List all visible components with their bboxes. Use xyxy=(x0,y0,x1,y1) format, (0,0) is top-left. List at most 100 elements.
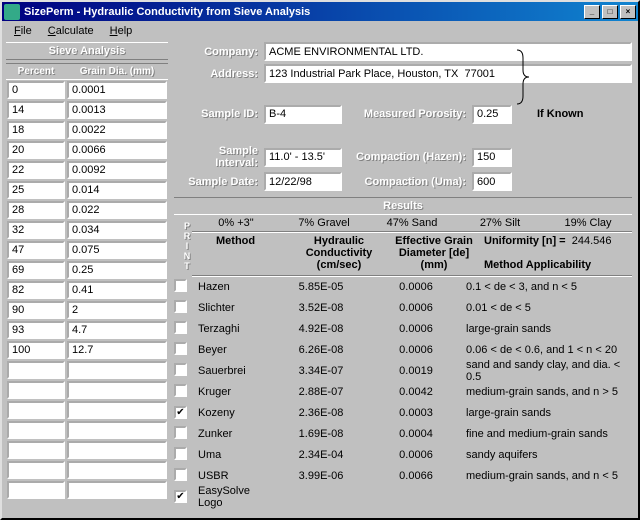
composition-value: 27% Silt xyxy=(456,217,544,229)
diameter-input-0[interactable] xyxy=(67,81,167,99)
table-row: ✔Kozeny2.36E-080.0003large-grain sands xyxy=(174,402,632,423)
results-title: Results xyxy=(174,197,632,215)
menu-file[interactable]: File xyxy=(6,23,40,39)
percent-input-7[interactable] xyxy=(7,221,65,239)
percent-input-16[interactable] xyxy=(7,401,65,419)
sieve-grid xyxy=(6,80,168,502)
uma-input[interactable] xyxy=(472,172,512,191)
diameter-input-9[interactable] xyxy=(67,261,167,279)
print-checkbox[interactable] xyxy=(174,426,187,439)
cell-method: Kruger xyxy=(196,386,276,398)
table-row: USBR3.99E-060.0066medium-grain sands, an… xyxy=(174,465,632,486)
percent-input-20[interactable] xyxy=(7,481,65,499)
percent-input-9[interactable] xyxy=(7,261,65,279)
cell-applicability: large-grain sands xyxy=(466,323,632,335)
diameter-input-14[interactable] xyxy=(67,361,167,379)
diameter-input-12[interactable] xyxy=(67,321,167,339)
table-row: Zunker1.69E-080.0004fine and medium-grai… xyxy=(174,423,632,444)
menubar: File Calculate Help xyxy=(2,21,638,40)
diameter-input-11[interactable] xyxy=(67,301,167,319)
percent-input-6[interactable] xyxy=(7,201,65,219)
table-row: Sauerbrei3.34E-070.0019sand and sandy cl… xyxy=(174,360,632,381)
cell-method: Hazen xyxy=(196,281,276,293)
print-checkbox[interactable] xyxy=(174,321,187,334)
print-checkbox[interactable] xyxy=(174,468,187,481)
hazen-input[interactable] xyxy=(472,148,512,167)
percent-input-12[interactable] xyxy=(7,321,65,339)
diameter-input-6[interactable] xyxy=(67,201,167,219)
diameter-input-17[interactable] xyxy=(67,421,167,439)
cell-applicability: medium-grain sands, and n < 5 xyxy=(466,470,632,482)
diameter-input-20[interactable] xyxy=(67,481,167,499)
cell-method: Slichter xyxy=(196,302,276,314)
percent-input-18[interactable] xyxy=(7,441,65,459)
menu-help[interactable]: Help xyxy=(102,23,141,39)
porosity-label: Measured Porosity: xyxy=(342,108,472,120)
print-checkbox[interactable] xyxy=(174,384,187,397)
cell-k: 5.85E-05 xyxy=(276,281,366,293)
titlebar[interactable]: SizePerm - Hydraulic Conductivity from S… xyxy=(2,2,638,21)
percent-input-0[interactable] xyxy=(7,81,65,99)
sieve-panel: Sieve Analysis Percent Grain Dia. (mm) xyxy=(2,40,172,518)
diameter-input-5[interactable] xyxy=(67,181,167,199)
percent-input-10[interactable] xyxy=(7,281,65,299)
diameter-input-2[interactable] xyxy=(67,121,167,139)
cell-applicability: fine and medium-grain sands xyxy=(466,428,632,440)
company-input[interactable] xyxy=(264,42,632,61)
menu-calculate[interactable]: Calculate xyxy=(40,23,102,39)
address-input[interactable] xyxy=(264,64,632,83)
print-label: PRINT xyxy=(174,215,192,276)
print-checkbox[interactable] xyxy=(174,342,187,355)
print-checkbox[interactable]: ✔ xyxy=(174,406,187,419)
diameter-input-4[interactable] xyxy=(67,161,167,179)
minimize-button[interactable]: _ xyxy=(584,5,600,19)
composition-value: 19% Clay xyxy=(544,217,632,229)
diameter-input-7[interactable] xyxy=(67,221,167,239)
cell-k: 3.52E-08 xyxy=(276,302,366,314)
print-checkbox[interactable] xyxy=(174,447,187,460)
cell-applicability: 0.06 < de < 0.6, and 1 < n < 20 xyxy=(466,344,632,356)
composition-row: 0% +3"7% Gravel47% Sand27% Silt19% Clay xyxy=(192,215,632,232)
percent-input-1[interactable] xyxy=(7,101,65,119)
percent-input-3[interactable] xyxy=(7,141,65,159)
diameter-input-10[interactable] xyxy=(67,281,167,299)
cell-de: 0.0006 xyxy=(366,449,466,461)
percent-input-19[interactable] xyxy=(7,461,65,479)
cell-method: Beyer xyxy=(196,344,276,356)
table-row: Hazen5.85E-050.00060.1 < de < 3, and n <… xyxy=(174,276,632,297)
percent-input-5[interactable] xyxy=(7,181,65,199)
percent-input-4[interactable] xyxy=(7,161,65,179)
table-row: Terzaghi4.92E-080.0006large-grain sands xyxy=(174,318,632,339)
diameter-input-3[interactable] xyxy=(67,141,167,159)
address-label: Address: xyxy=(174,68,264,80)
diameter-input-15[interactable] xyxy=(67,381,167,399)
cell-method: Zunker xyxy=(196,428,276,440)
diameter-input-16[interactable] xyxy=(67,401,167,419)
cell-k: 2.88E-07 xyxy=(276,386,366,398)
percent-input-2[interactable] xyxy=(7,121,65,139)
percent-input-8[interactable] xyxy=(7,241,65,259)
diameter-input-13[interactable] xyxy=(67,341,167,359)
percent-input-11[interactable] xyxy=(7,301,65,319)
percent-input-15[interactable] xyxy=(7,381,65,399)
porosity-input[interactable] xyxy=(472,105,512,124)
percent-input-13[interactable] xyxy=(7,341,65,359)
close-button[interactable]: × xyxy=(620,5,636,19)
sampleid-input[interactable] xyxy=(264,105,342,124)
percent-input-17[interactable] xyxy=(7,421,65,439)
cell-applicability: sand and sandy clay, and dia. < 0.5 xyxy=(466,359,632,383)
cell-k: 6.26E-08 xyxy=(276,344,366,356)
print-checkbox[interactable] xyxy=(174,279,187,292)
diameter-input-19[interactable] xyxy=(67,461,167,479)
date-input[interactable] xyxy=(264,172,342,191)
print-checkbox[interactable] xyxy=(174,363,187,376)
interval-input[interactable] xyxy=(264,148,342,167)
percent-input-14[interactable] xyxy=(7,361,65,379)
cell-method: Uma xyxy=(196,449,276,461)
maximize-button[interactable]: □ xyxy=(602,5,618,19)
diameter-input-18[interactable] xyxy=(67,441,167,459)
diameter-input-1[interactable] xyxy=(67,101,167,119)
diameter-input-8[interactable] xyxy=(67,241,167,259)
print-checkbox[interactable] xyxy=(174,300,187,313)
print-checkbox[interactable]: ✔ xyxy=(174,490,187,503)
